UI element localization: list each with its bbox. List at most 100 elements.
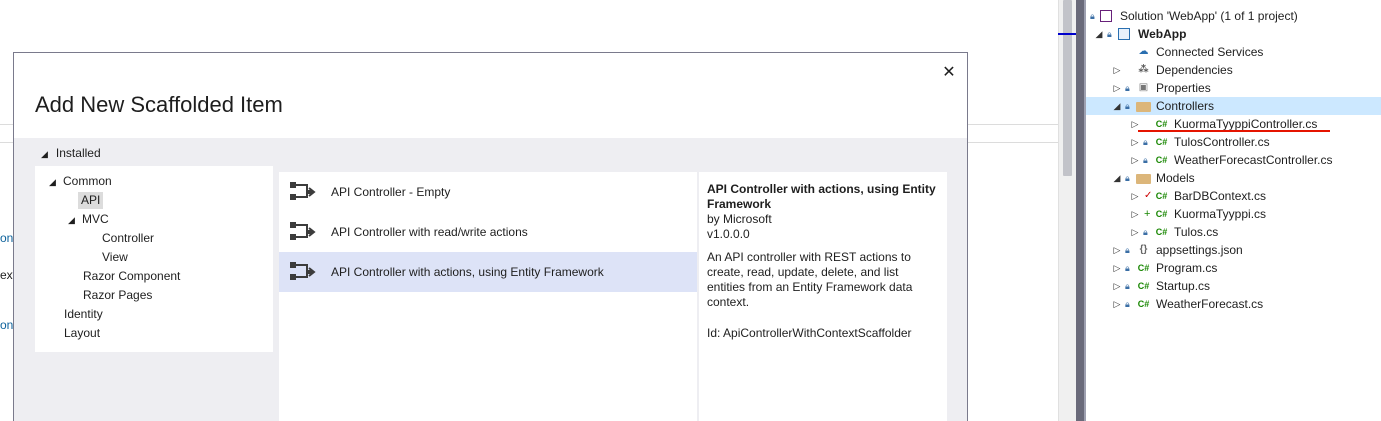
collapse-arrow-icon[interactable]: ◢ — [49, 174, 63, 191]
annotation-underline — [1138, 130, 1330, 132]
solution-explorer: 🔒︎ Solution 'WebApp' (1 of 1 project) ◢ … — [1086, 0, 1381, 421]
expand-collapse-icon[interactable]: ▷ — [1130, 151, 1140, 169]
expand-collapse-icon[interactable]: ▷ — [1130, 133, 1140, 151]
tree-item-file[interactable]: ▷ 🔒︎ C# Tulos.cs — [1086, 223, 1381, 241]
description-id: Id: ApiControllerWithContextScaffolder — [707, 326, 912, 340]
tree-item-file[interactable]: ▷ 🔒︎ C# WeatherForecastController.cs — [1086, 151, 1381, 169]
collapse-arrow-icon[interactable]: ◢ — [68, 212, 82, 229]
tree-item-models-folder[interactable]: ◢ 🔒︎ Models — [1086, 169, 1381, 187]
lock-icon: 🔒︎ — [1143, 155, 1148, 165]
tree-item-label: Dependencies — [1156, 63, 1233, 77]
tree-item-connected-services[interactable]: ☁ Connected Services — [1086, 43, 1381, 61]
tree-item-label: BarDBContext.cs — [1174, 189, 1267, 203]
tree-item-file[interactable]: ▷ 🔒︎ C# TulosController.cs — [1086, 133, 1381, 151]
lock-icon: 🔒︎ — [1107, 29, 1112, 39]
tree-item-label: WeatherForecastController.cs — [1174, 153, 1333, 167]
tree-item-label: Connected Services — [1156, 45, 1264, 59]
tree-item-solution[interactable]: 🔒︎ Solution 'WebApp' (1 of 1 project) — [1086, 7, 1381, 25]
lock-icon: 🔒︎ — [1143, 227, 1148, 237]
expand-collapse-icon[interactable]: ▷ — [1112, 79, 1122, 97]
lock-icon: 🔒︎ — [1143, 137, 1148, 147]
category-view[interactable]: View — [102, 249, 128, 266]
expand-collapse-icon[interactable]: ▷ — [1130, 223, 1140, 241]
editor-vertical-scrollbar[interactable] — [1058, 0, 1076, 421]
dialog-body: ◢ Installed ◢ Common API ◢ MVC Controller V… — [14, 138, 967, 421]
category-label: Razor Pages — [83, 288, 153, 302]
category-mvc[interactable]: ◢ MVC — [68, 211, 109, 228]
tree-item-label: KuormaTyyppi.cs — [1174, 207, 1267, 221]
folder-icon — [1136, 102, 1151, 112]
category-label: Controller — [102, 231, 155, 245]
dependencies-icon: ⁂ — [1138, 64, 1149, 75]
editor-edge-text: on — [0, 231, 14, 245]
tree-item-file[interactable]: ▷ + C# KuormaTyyppi.cs — [1086, 205, 1381, 223]
close-icon[interactable]: ✕ — [939, 63, 959, 83]
category-common[interactable]: ◢ Common — [49, 173, 112, 190]
installed-label: Installed — [55, 146, 101, 160]
csharp-file-icon: C# — [1137, 299, 1150, 309]
scrollbar-thumb[interactable] — [1063, 0, 1072, 176]
tree-item-label: appsettings.json — [1156, 243, 1243, 257]
properties-icon: ▣ — [1138, 82, 1149, 93]
template-label: API Controller with actions, using Entit… — [331, 265, 604, 279]
category-identity[interactable]: Identity — [64, 306, 103, 323]
tree-item-label: Program.cs — [1156, 261, 1218, 275]
expand-collapse-icon[interactable]: ◢ — [1094, 25, 1104, 43]
ide-window: on ext on 🔒︎ Solution 'WebApp' (1 of 1 p… — [0, 0, 1381, 421]
lock-icon: 🔒︎ — [1125, 299, 1130, 309]
lock-icon: 🔒︎ — [1125, 83, 1130, 93]
tree-item-label: TulosController.cs — [1174, 135, 1270, 149]
template-label: API Controller - Empty — [331, 185, 451, 199]
project-icon — [1118, 28, 1130, 40]
tree-item-label: Properties — [1156, 81, 1211, 95]
expand-collapse-icon[interactable]: ◢ — [1112, 97, 1122, 115]
tree-item-file[interactable]: ▷ 🔒︎ {} appsettings.json — [1086, 241, 1381, 259]
expand-collapse-icon[interactable]: ◢ — [1112, 169, 1122, 187]
template-list: API Controller - Empty API Controller wi… — [279, 172, 697, 421]
category-label: Common — [63, 174, 112, 188]
scrollbar-marker — [1058, 33, 1076, 35]
category-label: Layout — [64, 326, 101, 340]
tree-item-label: Startup.cs — [1156, 279, 1211, 293]
category-razor-component[interactable]: Razor Component — [83, 268, 180, 285]
expand-collapse-icon[interactable]: ▷ — [1112, 277, 1122, 295]
tree-item-properties[interactable]: ▷ 🔒︎ ▣ Properties — [1086, 79, 1381, 97]
category-api[interactable]: API — [78, 192, 104, 209]
template-item[interactable]: API Controller with read/write actions — [279, 212, 697, 252]
panel-splitter[interactable] — [1076, 0, 1086, 421]
tree-item-controllers-folder[interactable]: ◢ 🔒︎ Controllers — [1086, 97, 1381, 115]
connected-services-icon: ☁ — [1138, 46, 1149, 57]
category-controller[interactable]: Controller — [102, 230, 154, 247]
csharp-file-icon: C# — [1155, 209, 1168, 219]
installed-header[interactable]: ◢ Installed — [41, 146, 101, 160]
csharp-file-icon: C# — [1155, 119, 1168, 129]
category-tree: ◢ Common API ◢ MVC Controller View Razor C… — [35, 166, 273, 352]
csharp-file-icon: C# — [1155, 155, 1168, 165]
expand-collapse-icon[interactable]: ▷ — [1112, 61, 1122, 79]
lock-icon: 🔒︎ — [1125, 173, 1130, 183]
template-item-selected[interactable]: API Controller with actions, using Entit… — [279, 252, 697, 292]
tree-item-project[interactable]: ◢ 🔒︎ WebApp — [1086, 25, 1381, 43]
template-item[interactable]: API Controller - Empty — [279, 172, 697, 212]
editor-edge-text: on — [0, 318, 14, 332]
category-label: Razor Component — [83, 269, 181, 283]
category-layout[interactable]: Layout — [64, 325, 100, 342]
tree-item-file[interactable]: ▷ ✓ C# BarDBContext.cs — [1086, 187, 1381, 205]
tree-item-file[interactable]: ▷ 🔒︎ C# WeatherForecast.cs — [1086, 295, 1381, 313]
expand-collapse-icon[interactable]: ▷ — [1130, 187, 1140, 205]
tree-item-file[interactable]: ▷ 🔒︎ C# Program.cs — [1086, 259, 1381, 277]
collapse-arrow-icon[interactable]: ◢ — [41, 149, 48, 159]
api-controller-icon — [290, 222, 316, 240]
tree-item-label: Models — [1156, 171, 1195, 185]
solution-icon — [1100, 10, 1112, 22]
expand-collapse-icon[interactable]: ▷ — [1130, 205, 1140, 223]
tree-item-file[interactable]: ▷ 🔒︎ C# Startup.cs — [1086, 277, 1381, 295]
category-razor-pages[interactable]: Razor Pages — [83, 287, 152, 304]
expand-collapse-icon[interactable]: ▷ — [1112, 241, 1122, 259]
expand-collapse-icon[interactable]: ▷ — [1112, 295, 1122, 313]
add-scaffolded-item-dialog: Add New Scaffolded Item ✕ ◢ Installed ◢ Co… — [13, 52, 968, 421]
tree-item-dependencies[interactable]: ▷ ⁂ Dependencies — [1086, 61, 1381, 79]
expand-collapse-icon[interactable]: ▷ — [1112, 259, 1122, 277]
category-label: API — [81, 193, 101, 207]
category-label: View — [102, 250, 128, 264]
